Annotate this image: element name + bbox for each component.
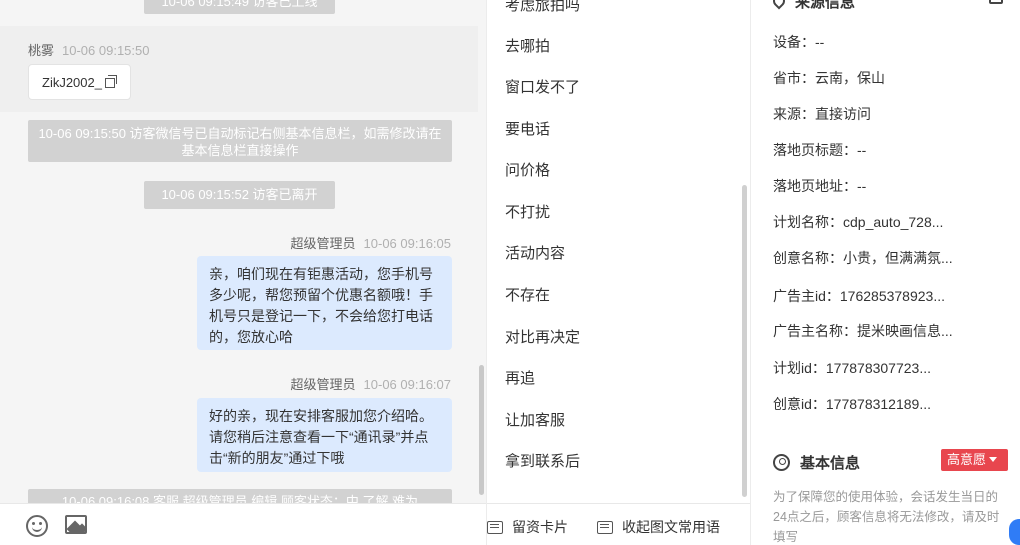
quick-reply-item[interactable]: 不存在 — [505, 284, 550, 305]
system-message: 10-06 09:15:49 访客已上线 — [144, 0, 335, 14]
intent-tag-label: 高意愿 — [947, 452, 987, 467]
phrases-icon — [597, 521, 613, 534]
info-field-landing-title: 落地页标题：-- — [773, 142, 867, 158]
copy-icon[interactable] — [104, 75, 117, 88]
caret-down-icon — [989, 457, 998, 462]
quick-reply-item[interactable]: 窗口发不了 — [505, 76, 580, 97]
system-message: 10-06 09:16:08 客服 超级管理员 编辑 顾客状态：中 了解 难为 — [28, 489, 452, 503]
info-field-creative-name: 创意名称：小贵，但满满氛... — [773, 250, 953, 266]
message-header: 超级管理员 10-06 09:16:05 — [291, 233, 451, 252]
message-header: 桃雾 10-06 09:15:50 — [28, 40, 149, 59]
image-icon[interactable] — [65, 515, 87, 534]
message-header: 超级管理员 10-06 09:16:07 — [291, 374, 451, 393]
quick-reply-item[interactable]: 考虑旅拍吗 — [505, 0, 580, 15]
agent-name: 超级管理员 — [290, 377, 356, 392]
info-field-advertiser-name: 广告主名称：提米映画信息... — [773, 323, 953, 339]
info-field-province: 省市：云南，保山 — [773, 70, 885, 86]
info-field-advertiser-id: 广告主id：176285378923... — [773, 288, 945, 304]
info-field-device: 设备：-- — [773, 34, 825, 50]
intent-dropdown[interactable]: 高意愿 — [941, 449, 1008, 471]
quick-reply-item[interactable]: 不打扰 — [505, 201, 550, 222]
info-field-plan-name: 计划名称：cdp_auto_728... — [773, 214, 944, 230]
quick-reply-item[interactable]: 活动内容 — [505, 242, 565, 263]
chat-scrollbar-thumb[interactable] — [479, 365, 484, 495]
system-message: 10-06 09:15:52 访客已离开 — [144, 181, 335, 209]
message-time: 10-06 09:16:07 — [363, 377, 451, 392]
replies-toolbar: 留资卡片 收起图文常用语 — [487, 503, 751, 545]
system-message: 10-06 09:15:50 访客微信号已自动标记右侧基本信息栏，如需修改请在基… — [28, 120, 452, 162]
info-field-plan-id: 计划id：177878307723... — [773, 360, 931, 376]
wechat-id: ZikJ2002_ — [42, 75, 102, 90]
quick-reply-item[interactable]: 对比再决定 — [505, 326, 580, 347]
info-field-landing-url: 落地页地址：-- — [773, 178, 867, 194]
visitor-wechat-card[interactable]: ZikJ2002_ — [28, 64, 131, 100]
agent-message-bubble: 亲，咱们现在有钜惠活动，您手机号多少呢，帮您预留个优惠名额哦！手机号只是登记一下… — [197, 256, 452, 350]
user-icon — [773, 454, 790, 471]
visitor-info-panel: 来源信息 设备：-- 省市：云南，保山 来源：直接访问 落地页标题：-- 落地页… — [750, 0, 1020, 545]
emoji-icon[interactable] — [26, 515, 48, 537]
source-info-header: 来源信息 — [770, 0, 856, 12]
agent-message-bubble: 好的亲，现在安排客服加您介绍哈。请您稍后注意查看一下“通讯录”并点击“新的朋友”… — [197, 398, 452, 472]
replies-scrollbar-thumb[interactable] — [742, 185, 747, 497]
collapse-phrases-button[interactable]: 收起图文常用语 — [597, 517, 720, 537]
floating-side-button[interactable] — [1009, 519, 1020, 545]
card-icon — [487, 521, 503, 534]
info-field-source: 来源：直接访问 — [773, 106, 871, 122]
basic-info-title: 基本信息 — [800, 455, 861, 472]
chat-toolbar — [0, 503, 486, 545]
source-info-title: 来源信息 — [795, 0, 856, 11]
message-time: 10-06 09:15:50 — [62, 43, 150, 58]
lead-card-button[interactable]: 留资卡片 — [487, 517, 568, 537]
visitor-name: 桃雾 — [28, 43, 55, 58]
info-field-creative-id: 创意id：177878312189... — [773, 396, 931, 412]
agent-name: 超级管理员 — [290, 236, 356, 251]
quick-reply-item[interactable]: 问价格 — [505, 159, 550, 180]
quick-reply-item[interactable]: 去哪拍 — [505, 35, 550, 56]
chat-history[interactable]: 10-06 09:15:49 访客已上线 桃雾 10-06 09:15:50 Zi… — [0, 0, 480, 503]
quick-reply-item[interactable]: 再追 — [505, 367, 535, 388]
quick-reply-item[interactable]: 拿到联系后 — [505, 450, 580, 471]
basic-info-header: 基本信息 — [773, 451, 860, 473]
lead-card-label: 留资卡片 — [512, 519, 568, 535]
edit-icon[interactable] — [989, 0, 1003, 4]
chat-panel: 10-06 09:15:49 访客已上线 桃雾 10-06 09:15:50 Zi… — [0, 0, 486, 545]
message-time: 10-06 09:16:05 — [363, 236, 451, 251]
visitor-message: 桃雾 10-06 09:15:50 ZikJ2002_ — [0, 26, 480, 112]
quick-reply-item[interactable]: 要电话 — [505, 118, 550, 139]
edit-deadline-notice: 为了保障您的使用体验，会话发生当日的24点之后，顾客信息将无法修改，请及时填写 — [773, 490, 1000, 544]
quick-replies-panel: 考虑旅拍吗 去哪拍 窗口发不了 要电话 问价格 不打扰 活动内容 不存在 对比再… — [486, 0, 751, 545]
collapse-phrases-label: 收起图文常用语 — [622, 519, 720, 535]
quick-reply-item[interactable]: 让加客服 — [505, 409, 565, 430]
location-pin-icon — [770, 0, 788, 10]
